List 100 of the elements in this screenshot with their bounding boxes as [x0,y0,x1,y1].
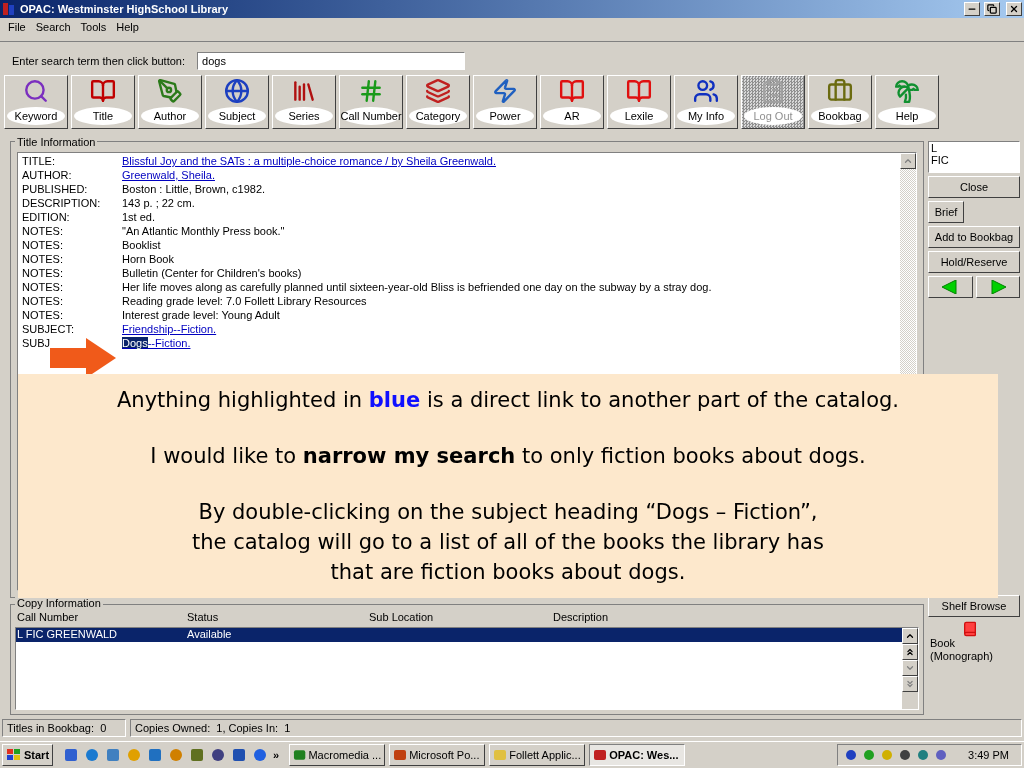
app-icon [2,1,16,16]
field-value: Booklist [122,237,161,253]
menu-item[interactable]: Search [31,19,75,36]
toolbar-button[interactable]: Power [473,75,537,130]
toolbar-button[interactable]: Lexile [607,75,671,130]
toolbar-button[interactable]: Subject [205,75,269,130]
magnifier-icon [23,78,49,105]
field-label: AUTHOR: [22,167,73,183]
toolbar-button[interactable]: Category [406,75,470,130]
scroll-top-icon [905,646,915,657]
close-icon [1009,3,1019,14]
field-value: Her life moves along as carefully planned until sixteen-year-old Bliss is befriended one day on the subway by a stray dog. [122,279,712,295]
record-link[interactable]: Friendship--Fiction. [122,320,217,338]
status-text: Titles in Bookbag: 0 [2,718,126,737]
taskbar-button[interactable]: Macromedia ... [289,743,386,766]
book-icon [90,78,116,105]
field-value: Reading grade level: 7.0 Follett Library Resources [122,293,367,309]
field-value: Boston : Little, Brown, c1982. [122,181,266,197]
window-icon [493,747,508,762]
toolbar-button[interactable]: My Info [674,75,738,130]
field-value: Interest grade level: Young Adult [122,307,280,323]
restore-button[interactable] [984,1,1000,16]
call-number-text: FIC [931,154,950,167]
side-button[interactable]: Brief [928,201,964,224]
taskbar-button[interactable]: Microsoft Po... [389,743,486,766]
pen-icon [157,78,183,105]
tray-icon[interactable] [934,747,949,762]
field-label: PUBLISHED: [22,181,89,197]
call-number-text: L [931,142,939,155]
close-button[interactable] [1006,1,1022,16]
tray-icon[interactable] [898,747,913,762]
table-cell-text: L FIC GREENWALD [17,627,119,643]
taskbar-button[interactable]: OPAC: Wes... [589,743,686,766]
clock: 3:49 PM [968,747,1009,763]
search-field[interactable]: dogs [197,52,466,71]
people-icon [693,78,719,105]
search-label: Enter search term then click button: [12,53,186,69]
window-icon [293,747,307,762]
menu-item[interactable]: File [4,19,30,36]
field-label: NOTES: [22,237,64,253]
windows-logo-icon [6,747,22,762]
app-icon[interactable] [231,746,248,763]
field-label: SUBJECT: [22,321,75,337]
minimize-button[interactable] [964,1,980,16]
callout-text: I would like to narrow my search to only fiction books about dogs. [150,443,866,470]
app-icon[interactable] [147,746,164,763]
field-label: NOTES: [22,251,64,267]
toolbar-button[interactable]: Keyword [4,75,68,130]
field-label: DESCRIPTION: [22,195,102,211]
field-label: NOTES: [22,293,64,309]
window-icon [593,747,608,762]
field-value: Horn Book [122,251,174,267]
lightning-icon [492,78,518,105]
callout-text: Anything highlighted in blue is a direct link to another part of the catalog. [116,387,900,414]
left-arrow-icon [942,280,959,295]
toolbar-button[interactable]: AR [540,75,604,130]
field-label: SUBJ [22,335,52,351]
status-text: Copies Owned: 1, Copies In: 1 [130,718,1022,737]
start-button[interactable]: Start [2,743,54,766]
toolbar-button[interactable]: Bookbag [808,75,872,130]
toolbar-button[interactable]: Series [272,75,336,130]
tray-icon[interactable] [916,747,931,762]
scrollbar[interactable] [902,627,918,710]
previous-button[interactable] [928,276,973,299]
taskbar-button[interactable]: Follett Applic... [489,743,586,766]
app-icon[interactable] [63,746,80,763]
overflow-chevron[interactable]: » [273,746,280,764]
menu-item[interactable]: Tools [76,19,111,36]
app-icon[interactable] [105,746,122,763]
stack-icon [425,78,451,105]
globe-icon [224,78,250,105]
toolbar-button[interactable]: Author [138,75,202,130]
field-label: TITLE: [22,153,56,169]
copy-row[interactable]: L FIC GREENWALD Available [16,627,902,642]
scroll-bottom-icon [905,678,915,689]
tray-icon[interactable] [844,747,859,762]
menu-item[interactable]: Help [112,19,143,36]
side-button[interactable]: Close [928,176,1020,199]
column-header: Call Number [17,610,80,626]
callout-text: By double-clicking on the subject heading “Dogs – Fiction”, the catalog will go to a list of all of the books the library has that are fiction books about dogs. [192,499,824,586]
field-label: EDITION: [22,209,71,225]
side-button[interactable]: Hold/Reserve [928,251,1020,274]
toolbar-button[interactable]: Call Number [339,75,403,130]
window-title: OPAC: Westminster HighSchool Library [20,1,229,17]
material-type: Book (Monograph) [930,637,994,664]
scroll-up-button[interactable] [900,153,916,170]
restore-icon [987,3,997,14]
toolbar-button[interactable]: Title [71,75,135,130]
field-label: NOTES: [22,265,64,281]
column-header: Sub Location [369,610,435,626]
field-value: Bulletin (Center for Children's books) [122,265,302,281]
column-header: Status [187,610,220,626]
toolbar-button[interactable]: Help [875,75,939,130]
side-button[interactable]: Add to Bookbag [928,226,1020,249]
field-value: 1st ed. [122,209,156,225]
field-label: NOTES: [22,223,64,239]
next-button[interactable] [975,276,1020,299]
book-icon [962,621,978,638]
app-icon[interactable] [189,746,206,763]
field-label: NOTES: [22,307,64,323]
